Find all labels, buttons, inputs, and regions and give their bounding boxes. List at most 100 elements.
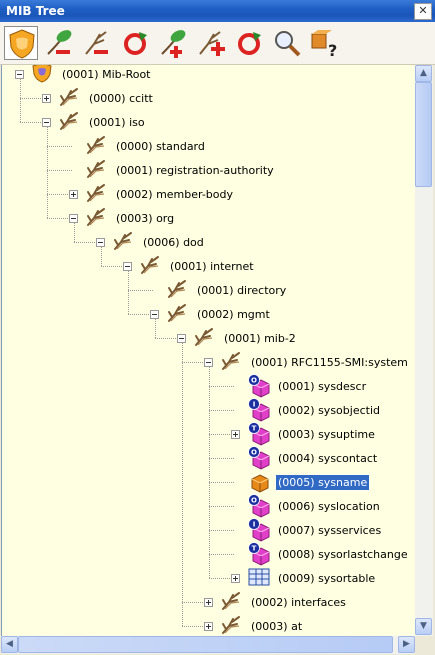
leaf-minus-icon [47, 30, 72, 55]
tree-node[interactable]: T (0008) sysorlastchange [248, 542, 410, 566]
scrollbar-corner [415, 636, 435, 655]
tree-node-label[interactable]: (0000) standard [114, 139, 207, 154]
collapse-toggle[interactable] [69, 214, 78, 223]
refresh-icon [124, 32, 147, 55]
tree-node-label[interactable]: (0009) sysortable [276, 571, 377, 586]
tree-node-label[interactable]: (0004) syscontact [276, 451, 379, 466]
toolbar-button-leaf-minus[interactable] [42, 26, 76, 60]
tree-node-label[interactable]: (0000) ccitt [87, 91, 155, 106]
collapse-toggle[interactable] [42, 118, 51, 127]
scroll-left-button[interactable]: ◀ [1, 636, 18, 653]
tree-node-label[interactable]: (0001) internet [168, 259, 256, 274]
tree-node-label[interactable]: (0006) dod [141, 235, 206, 250]
tree-node-label[interactable]: (0001) directory [195, 283, 288, 298]
horizontal-scrollbar[interactable]: ◀ ▶ [1, 636, 415, 654]
tree-connector-line [209, 530, 234, 531]
tree-node-label[interactable]: (0001) registration-authority [114, 163, 276, 178]
tree-node[interactable]: O (0006) syslocation [248, 494, 382, 518]
branch-icon [87, 160, 105, 178]
tree-node-label[interactable]: (0002) member-body [114, 187, 235, 202]
tree-node-label[interactable]: (0003) at [249, 619, 304, 634]
toolbar-button-branch-minus[interactable] [80, 26, 114, 60]
cube-badge-letter: T [252, 425, 257, 433]
tree-node[interactable]: (0002) member-body [86, 184, 235, 204]
horizontal-scroll-thumb[interactable] [18, 636, 393, 653]
vertical-scroll-thumb[interactable] [415, 82, 432, 187]
close-button[interactable]: ✕ [414, 3, 432, 20]
tree-node[interactable]: (0001) directory [167, 280, 288, 300]
tree-node-label[interactable]: (0003) org [114, 211, 176, 226]
tree-node[interactable]: O (0004) syscontact [248, 446, 379, 470]
tree-node-label[interactable]: (0007) sysservices [276, 523, 383, 538]
collapse-toggle[interactable] [15, 70, 24, 79]
tree-node-label[interactable]: (0001) Mib-Root [60, 67, 153, 82]
tree-node-label[interactable]: (0001) sysdescr [276, 379, 368, 394]
scroll-right-button[interactable]: ▶ [398, 636, 415, 653]
scroll-up-button[interactable]: ▲ [415, 65, 432, 82]
tree-node[interactable]: (0001) internet [140, 256, 256, 276]
expand-toggle[interactable] [204, 598, 213, 607]
branch-plus-icon [199, 31, 225, 56]
expand-toggle[interactable] [69, 190, 78, 199]
toolbar-button-help[interactable]: ? [308, 26, 342, 60]
tree-node-label[interactable]: (0008) sysorlastchange [276, 547, 410, 562]
expand-toggle[interactable] [204, 622, 213, 631]
tree-node[interactable]: (0005) sysname [248, 472, 371, 493]
tree-node[interactable]: O (0001) sysdescr [248, 374, 368, 398]
branch-icon [168, 280, 186, 298]
tree-node-label[interactable]: (0001) iso [87, 115, 147, 130]
collapse-toggle[interactable] [204, 358, 213, 367]
cube-icon: I [248, 518, 270, 542]
tree-node[interactable]: I (0002) sysobjectid [248, 398, 382, 422]
collapse-toggle[interactable] [123, 262, 132, 271]
vertical-scrollbar[interactable]: ▲ ▼ [415, 65, 433, 640]
expand-toggle[interactable] [42, 94, 51, 103]
tree-connector-line [101, 246, 102, 266]
toolbar-button-refresh-2[interactable] [232, 26, 266, 60]
tree-node[interactable]: (0001) iso [59, 112, 147, 132]
toolbar-button-branch-plus[interactable] [194, 26, 228, 60]
tree-node[interactable]: (0006) dod [113, 232, 206, 252]
collapse-toggle[interactable] [96, 238, 105, 247]
tree-node[interactable]: (0002) interfaces [221, 592, 348, 612]
expand-toggle[interactable] [231, 430, 240, 439]
branch-icon [60, 112, 78, 130]
toolbar-button-refresh[interactable] [118, 26, 152, 60]
tree-node-label[interactable]: (0006) syslocation [276, 499, 382, 514]
tree-node[interactable]: (0009) sysortable [248, 568, 377, 588]
toolbar-button-leaf-plus[interactable] [156, 26, 190, 60]
tree-node[interactable]: (0001) mib-2 [194, 328, 298, 348]
cube-badge-letter: O [251, 377, 257, 385]
branch-icon [87, 136, 105, 154]
tree-node[interactable]: I (0007) sysservices [248, 518, 383, 542]
collapse-toggle[interactable] [177, 334, 186, 343]
tree-node[interactable]: (0000) ccitt [59, 88, 155, 108]
tree-node-label[interactable]: (0002) mgmt [195, 307, 272, 322]
cube-icon: T [248, 542, 270, 566]
tree-node[interactable]: (0000) standard [86, 136, 207, 156]
branch-icon [60, 88, 78, 106]
scroll-down-button[interactable]: ▼ [415, 618, 432, 635]
tree-node-label-selected[interactable]: (0005) sysname [274, 473, 371, 491]
expand-toggle[interactable] [231, 574, 240, 583]
tree-node-label[interactable]: (0001) mib-2 [222, 331, 298, 346]
tree-node[interactable]: (0001) RFC1155-SMI:system [221, 352, 410, 372]
tree-node[interactable]: (0001) Mib-Root [32, 65, 153, 84]
collapse-toggle[interactable] [150, 310, 159, 319]
tree-connector-line [209, 482, 234, 483]
table-icon [248, 568, 270, 586]
tree-node-label[interactable]: (0001) RFC1155-SMI:system [249, 355, 410, 370]
tree-node-label[interactable]: (0002) interfaces [249, 595, 348, 610]
tree-connector-line [47, 126, 48, 218]
toolbar-button-magnifier[interactable] [270, 26, 304, 60]
tree-node[interactable]: (0003) org [86, 208, 176, 228]
tree-node[interactable]: T (0003) sysuptime [248, 422, 377, 446]
tree-node-label[interactable]: (0003) sysuptime [276, 427, 377, 442]
mib-tree-view[interactable]: (0001) Mib-Root (0000) ccitt (0001) iso (00… [1, 65, 416, 640]
cube-badge-letter: I [253, 521, 256, 529]
tree-node[interactable]: (0001) registration-authority [86, 160, 276, 180]
toolbar-button-shield[interactable] [4, 26, 38, 60]
tree-node-label[interactable]: (0002) sysobjectid [276, 403, 382, 418]
tree-node[interactable]: (0002) mgmt [167, 304, 272, 324]
tree-node[interactable]: (0003) at [221, 616, 304, 636]
